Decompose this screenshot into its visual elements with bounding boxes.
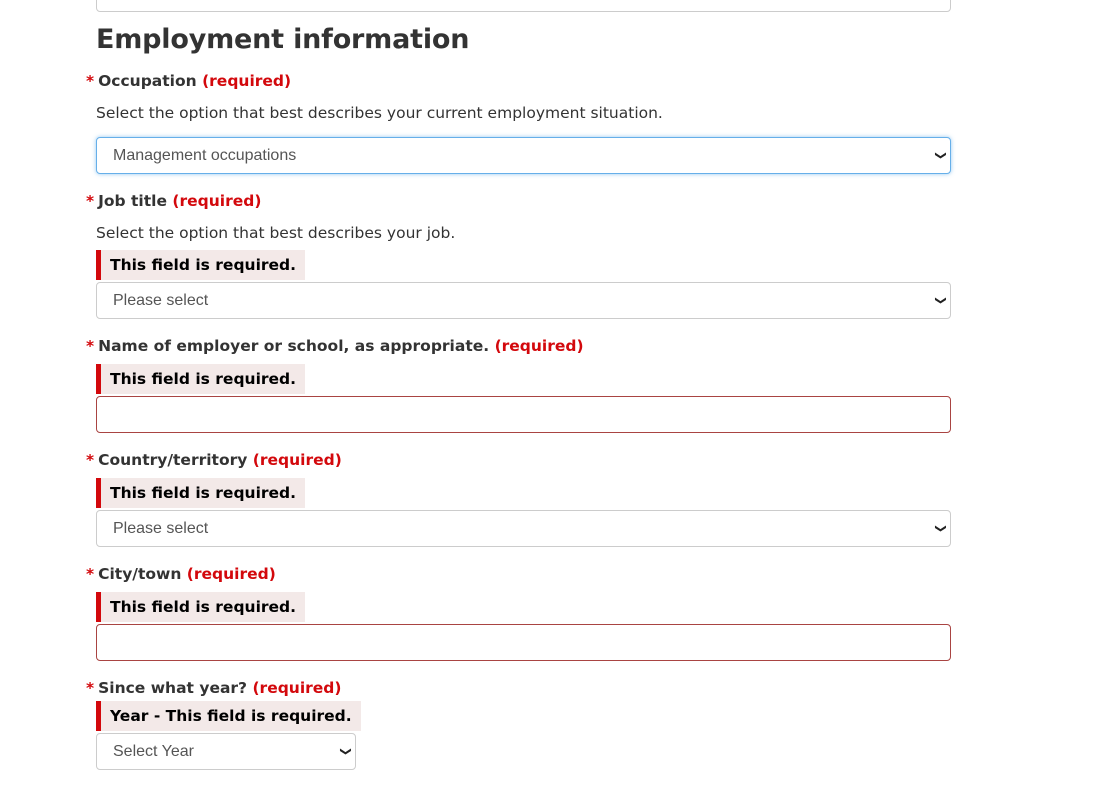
- required-star: *: [86, 679, 95, 697]
- required-star: *: [86, 72, 95, 90]
- city-input[interactable]: [96, 624, 951, 661]
- employer-error: This field is required.: [96, 364, 306, 394]
- employer-label: * Name of employer or school, as appropri…: [86, 337, 584, 355]
- job-title-select-value: Please select: [113, 292, 209, 309]
- required-tag: (required): [252, 451, 342, 469]
- country-label: * Country/territory (required): [86, 451, 342, 469]
- year-select-value: Select Year: [113, 743, 194, 760]
- job-title-select[interactable]: Please select ❯: [96, 282, 951, 319]
- occupation-label: * Occupation (required): [86, 72, 292, 90]
- required-tag: (required): [202, 72, 292, 90]
- required-star: *: [86, 451, 95, 469]
- required-tag: (required): [186, 565, 276, 583]
- required-tag: (required): [172, 192, 262, 210]
- city-label: * City/town (required): [86, 565, 276, 583]
- occupation-select-value: Management occupations: [113, 147, 297, 164]
- employer-input[interactable]: [96, 396, 951, 433]
- chevron-down-icon: ❯: [934, 295, 948, 306]
- since-year-error: Year - This field is required.: [96, 701, 361, 731]
- occupation-hint: Select the option that best describes yo…: [96, 104, 663, 122]
- chevron-down-icon: ❯: [934, 150, 948, 161]
- job-title-hint: Select the option that best describes yo…: [96, 224, 456, 242]
- city-error: This field is required.: [96, 592, 306, 622]
- year-select[interactable]: Select Year ❯: [96, 733, 356, 770]
- required-tag: (required): [252, 679, 342, 697]
- chevron-down-icon: ❯: [339, 746, 353, 757]
- since-year-label: * Since what year? (required): [86, 679, 342, 697]
- section-title: Employment information: [96, 24, 470, 55]
- previous-field-input[interactable]: [96, 0, 951, 12]
- chevron-down-icon: ❯: [934, 523, 948, 534]
- country-error: This field is required.: [96, 478, 306, 508]
- required-star: *: [86, 565, 95, 583]
- required-star: *: [86, 192, 95, 210]
- job-title-label: * Job title (required): [86, 192, 262, 210]
- country-select-value: Please select: [113, 520, 209, 537]
- occupation-select[interactable]: Management occupations ❯: [96, 137, 951, 174]
- country-select[interactable]: Please select ❯: [96, 510, 951, 547]
- job-title-error: This field is required.: [96, 250, 306, 280]
- required-tag: (required): [494, 337, 584, 355]
- required-star: *: [86, 337, 95, 355]
